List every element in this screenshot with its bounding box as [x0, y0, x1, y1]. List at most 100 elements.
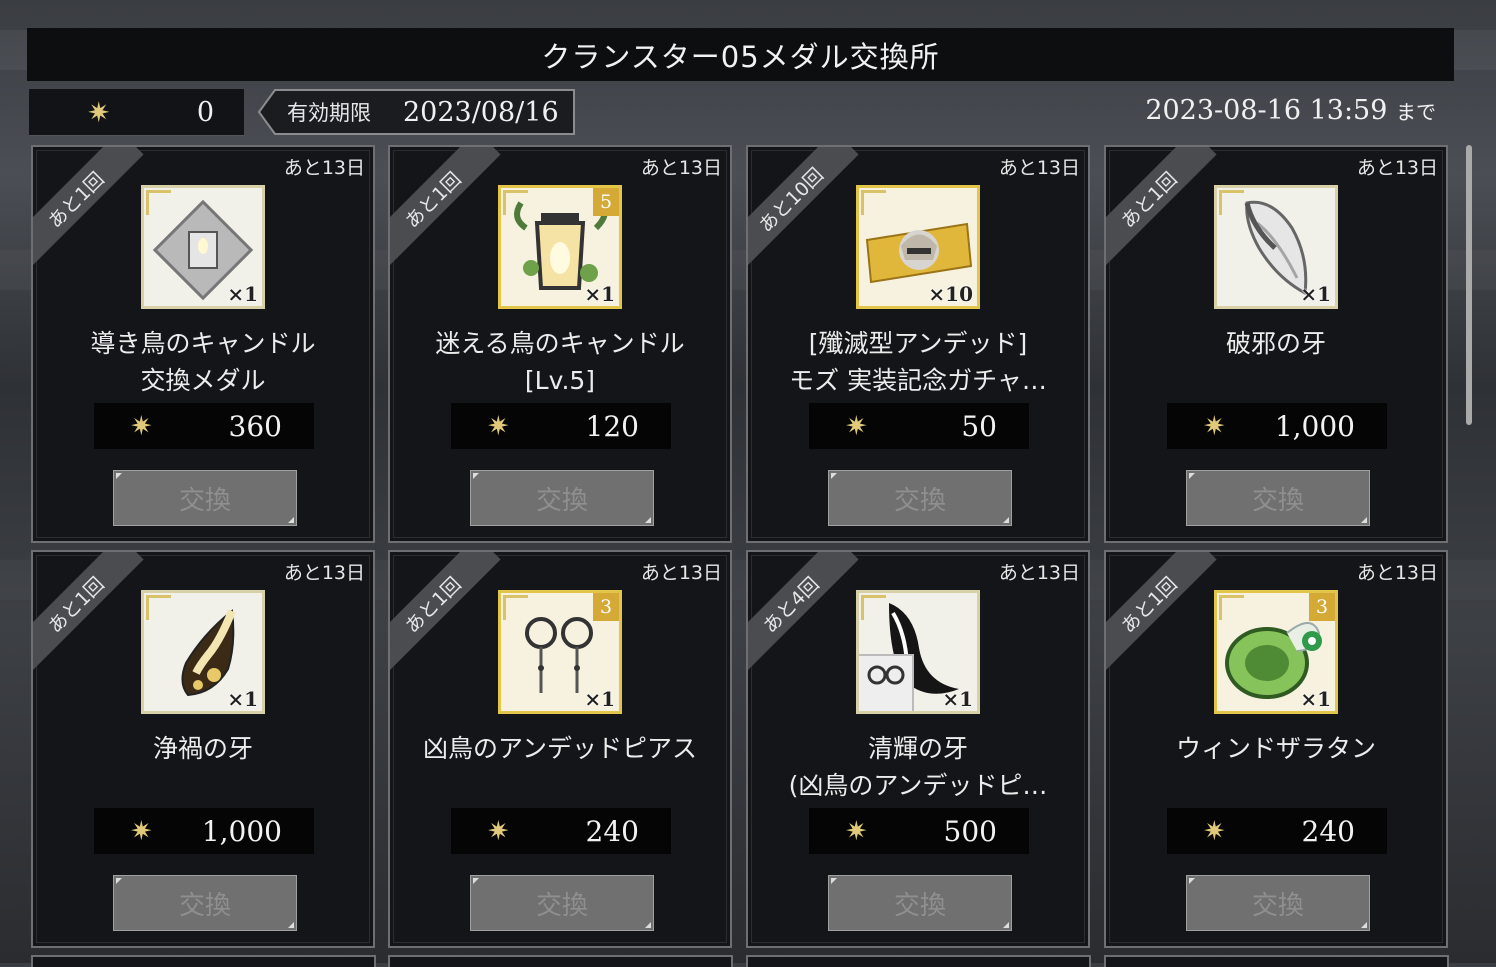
- deadline-date: 2023/08/16: [403, 96, 559, 128]
- lantern-icon: 5 ×1: [498, 185, 622, 309]
- item-name-line1: [殲滅型アンデッド]: [808, 329, 1028, 358]
- item-name: 破邪の牙: [1106, 325, 1446, 362]
- exchange-button[interactable]: 交換: [828, 875, 1012, 931]
- remaining-count-ribbon: あと1回: [390, 147, 501, 268]
- item-price: ✷ 1,000: [1167, 403, 1387, 449]
- days-remaining: あと13日: [1356, 562, 1438, 584]
- exchange-item-card: あと1回 あと13日 ×1 破邪の牙 ✷ 1,000 交換: [1104, 145, 1448, 543]
- days-remaining: あと13日: [640, 562, 722, 584]
- price-value: 1,000: [201, 814, 282, 848]
- earring-icon: 3 ×1: [498, 590, 622, 714]
- fang-black-icon: ×1: [856, 590, 980, 714]
- price-star-icon: ✷: [487, 815, 510, 847]
- next-row-card: [31, 955, 376, 967]
- days-remaining: あと13日: [998, 157, 1080, 179]
- item-quantity: ×10: [928, 282, 973, 306]
- item-price: ✷ 360: [94, 403, 314, 449]
- item-name: 浄禍の牙: [33, 730, 373, 767]
- deadline-box: 有効期限 2023/08/16: [257, 89, 575, 135]
- item-name-line2: モズ 実装記念ガチャ…: [789, 366, 1047, 395]
- days-remaining: あと13日: [1356, 157, 1438, 179]
- price-value: 1,000: [1274, 409, 1355, 443]
- item-name-line1: 導き鳥のキャンドル: [90, 329, 316, 358]
- until-datetime: 2023-08-16 13:59: [1145, 95, 1388, 126]
- item-quantity: ×1: [584, 282, 615, 306]
- price-star-icon: ✷: [845, 815, 868, 847]
- item-name-line2: [Lv.5]: [524, 366, 596, 395]
- exchange-item-card: あと1回 あと13日 3 ×1 ウィンドザラタン ✷ 240 交換: [1104, 550, 1448, 948]
- item-price: ✷ 240: [1167, 808, 1387, 854]
- page-title: クランスター05メダル交換所: [27, 28, 1454, 81]
- turtle-icon: 3 ×1: [1214, 590, 1338, 714]
- item-level-badge: 3: [593, 593, 619, 621]
- remaining-count-ribbon: あと1回: [1106, 147, 1217, 268]
- scrollbar[interactable]: [1466, 145, 1472, 425]
- until-suffix: まで: [1396, 100, 1436, 124]
- ticket-icon: ×10: [856, 185, 980, 309]
- item-name-line1: 清輝の牙: [867, 734, 968, 763]
- price-star-icon: ✷: [1203, 410, 1226, 442]
- item-level-badge: 5: [593, 188, 619, 216]
- remaining-count-ribbon: あと4回: [748, 552, 859, 673]
- item-price: ✷ 50: [809, 403, 1029, 449]
- medal-count: 0: [196, 96, 214, 128]
- next-row-card: [388, 955, 733, 967]
- exchange-item-card: あと1回 あと13日 ×1 導き鳥のキャンドル 交換メダル ✷ 360 交換: [31, 145, 375, 543]
- item-quantity: ×1: [942, 687, 973, 711]
- medal-star-icon: ✷: [87, 95, 111, 129]
- fang-white-icon: ×1: [1214, 185, 1338, 309]
- remaining-count-ribbon: あと1回: [33, 147, 144, 268]
- exchange-button[interactable]: 交換: [113, 875, 297, 931]
- remaining-count-ribbon: あと1回: [33, 552, 144, 673]
- price-star-icon: ✷: [1203, 815, 1226, 847]
- exchange-button[interactable]: 交換: [470, 875, 654, 931]
- price-value: 360: [228, 409, 282, 443]
- item-name-line1: 凶鳥のアンデッドピアス: [422, 734, 697, 763]
- item-name: 凶鳥のアンデッドピアス: [390, 730, 730, 767]
- price-star-icon: ✷: [130, 410, 153, 442]
- item-name: 導き鳥のキャンドル 交換メダル: [33, 325, 373, 399]
- price-value: 120: [585, 409, 639, 443]
- item-name: 清輝の牙 (凶鳥のアンデッドピ…: [748, 730, 1088, 804]
- exchange-item-card: あと4回 あと13日 ×1 清輝の牙 (凶鳥のアンデッドピ… ✷ 500 交換: [746, 550, 1090, 948]
- item-price: ✷ 120: [451, 403, 671, 449]
- until-time: 2023-08-16 13:59 まで: [1145, 95, 1436, 126]
- exchange-button[interactable]: 交換: [1186, 470, 1370, 526]
- exchange-button[interactable]: 交換: [828, 470, 1012, 526]
- remaining-count-ribbon: あと1回: [1106, 552, 1217, 673]
- item-quantity: ×1: [1300, 687, 1331, 711]
- item-name: 迷える鳥のキャンドル [Lv.5]: [390, 325, 730, 399]
- exchange-button[interactable]: 交換: [113, 470, 297, 526]
- exchange-item-card: あと1回 あと13日 5 ×1 迷える鳥のキャンドル [Lv.5] ✷ 120 交…: [388, 145, 732, 543]
- item-name-line2: 交換メダル: [140, 366, 266, 395]
- price-value: 240: [585, 814, 639, 848]
- next-row-card: [1104, 955, 1449, 967]
- medal-icon: ×1: [141, 185, 265, 309]
- item-level-badge: 3: [1309, 593, 1335, 621]
- price-value: 240: [1301, 814, 1355, 848]
- price-value: 500: [943, 814, 997, 848]
- days-remaining: あと13日: [640, 157, 722, 179]
- item-name-line1: 浄禍の牙: [152, 734, 253, 763]
- medal-balance: ✷ 0: [29, 89, 244, 136]
- next-row-card: [746, 955, 1091, 967]
- item-name-line2: (凶鳥のアンデッドピ…: [788, 771, 1048, 800]
- item-name-line1: ウィンドザラタン: [1175, 734, 1376, 763]
- price-star-icon: ✷: [130, 815, 153, 847]
- remaining-count-ribbon: あと10回: [748, 147, 859, 268]
- item-name: [殲滅型アンデッド] モズ 実装記念ガチャ…: [748, 325, 1088, 399]
- exchange-item-card: あと1回 あと13日 3 ×1 凶鳥のアンデッドピアス ✷ 240 交換: [388, 550, 732, 948]
- item-price: ✷ 1,000: [94, 808, 314, 854]
- item-quantity: ×1: [227, 687, 258, 711]
- exchange-button[interactable]: 交換: [470, 470, 654, 526]
- item-name-line1: 破邪の牙: [1225, 329, 1326, 358]
- item-quantity: ×1: [584, 687, 615, 711]
- deadline-label: 有効期限: [287, 101, 371, 125]
- price-value: 50: [961, 409, 997, 443]
- price-star-icon: ✷: [487, 410, 510, 442]
- item-name: ウィンドザラタン: [1106, 730, 1446, 767]
- item-quantity: ×1: [1300, 282, 1331, 306]
- remaining-count-ribbon: あと1回: [390, 552, 501, 673]
- exchange-button[interactable]: 交換: [1186, 875, 1370, 931]
- item-name-line1: 迷える鳥のキャンドル: [435, 329, 685, 358]
